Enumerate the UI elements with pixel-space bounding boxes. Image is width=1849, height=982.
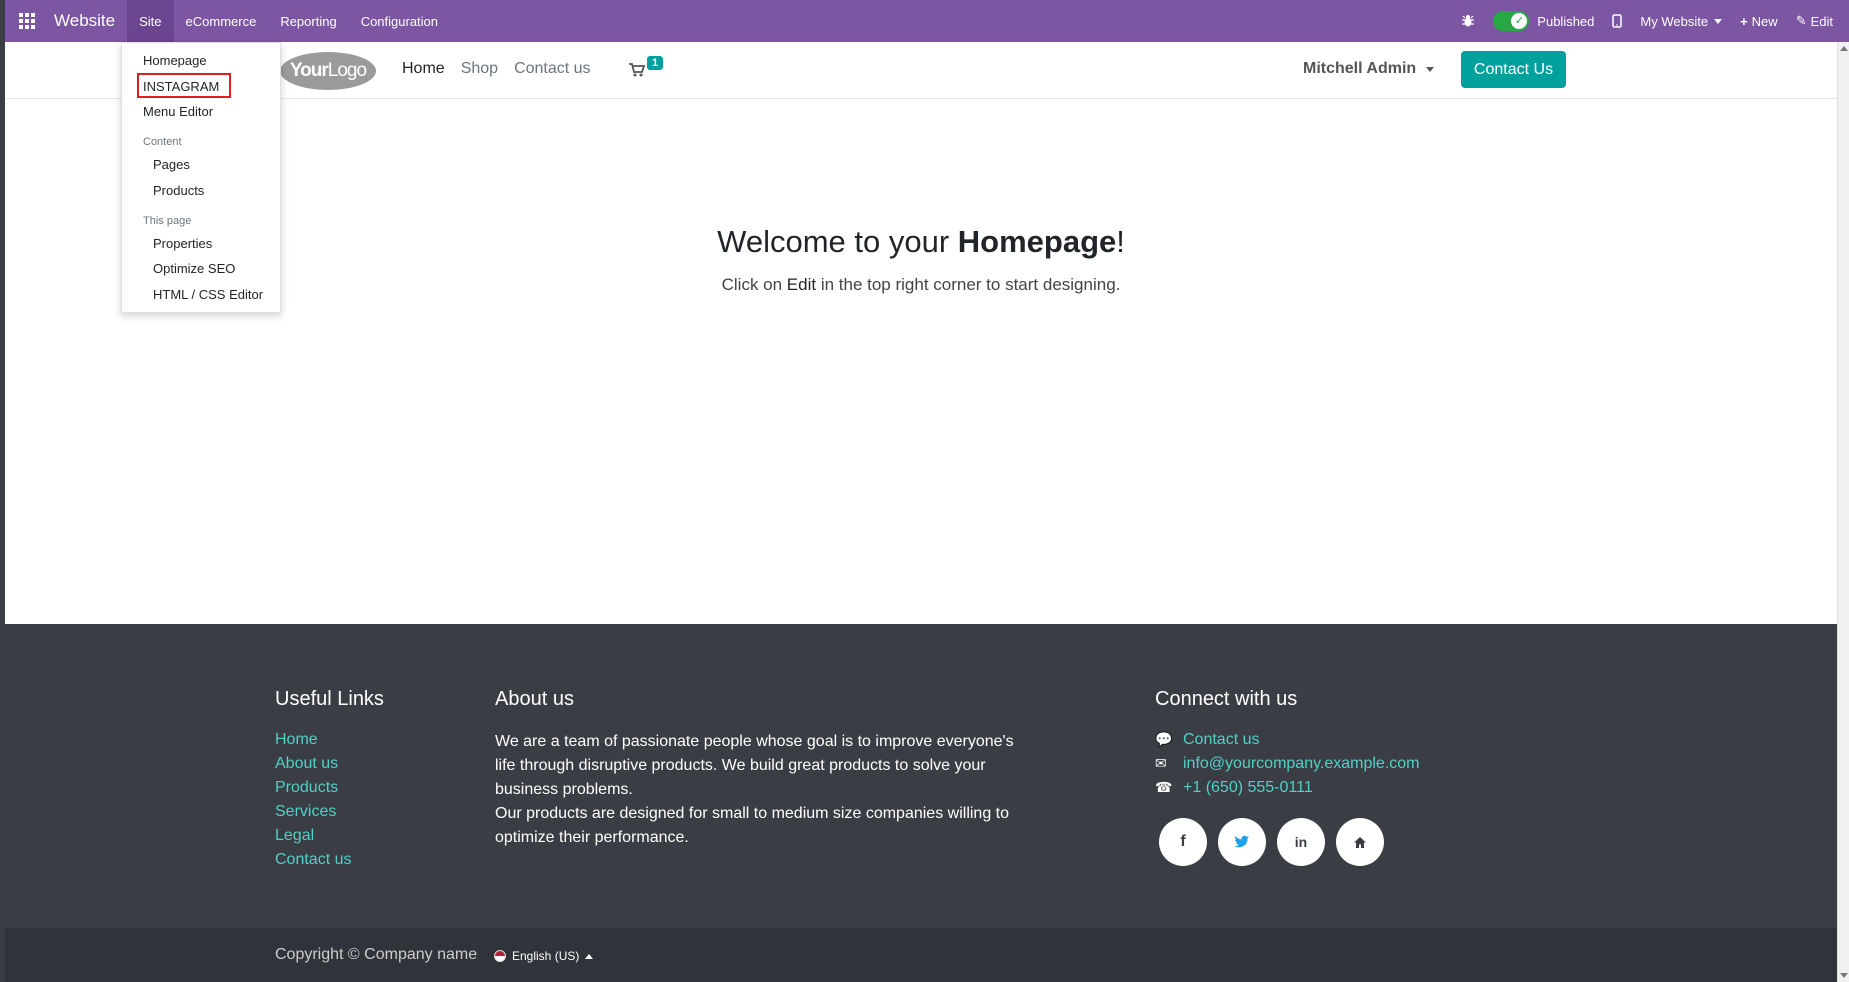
welcome-suffix: !: [1116, 224, 1125, 259]
plus-icon: +: [1740, 13, 1748, 29]
chevron-down-icon: [1714, 18, 1723, 24]
user-name: Mitchell Admin: [1303, 60, 1417, 77]
published-switch[interactable]: [1493, 11, 1530, 31]
menu-ecommerce[interactable]: eCommerce: [174, 0, 269, 42]
connect-title: Connect with us: [1155, 688, 1298, 710]
site-nav: Home Shop Contact us: [402, 60, 607, 78]
nav-contact-us[interactable]: Contact us: [514, 60, 590, 78]
sub-edit-word: Edit: [786, 275, 817, 294]
welcome-prefix: Welcome to your: [717, 224, 958, 259]
useful-links-list: Home About us Products Services Legal Co…: [275, 730, 351, 874]
publish-toggle[interactable]: Published: [1484, 0, 1603, 42]
about-us-paragraph-2: Our products are designed for small to m…: [495, 805, 1010, 846]
shopping-cart-icon: [629, 63, 645, 77]
site-dropdown-menu: Homepage INSTAGRAM Menu Editor Content P…: [121, 42, 281, 313]
sub-suffix: in the top right corner to start designi…: [816, 275, 1121, 294]
useful-links-title: Useful Links: [275, 688, 384, 710]
connect-email-row[interactable]: ✉ info@yourcompany.example.com: [1155, 754, 1420, 773]
page-scrollbar[interactable]: [1837, 42, 1849, 982]
chevron-up-icon: [585, 953, 594, 959]
language-selector[interactable]: English (US): [494, 949, 594, 963]
new-label: New: [1751, 13, 1778, 29]
us-flag-icon: [494, 950, 506, 962]
social-links: f in: [1159, 818, 1395, 866]
dropdown-pages[interactable]: Pages: [153, 157, 190, 172]
dropdown-this-page-header: This page: [143, 215, 192, 227]
footer-link-about-us[interactable]: About us: [275, 754, 351, 773]
facebook-icon[interactable]: f: [1159, 818, 1207, 866]
pencil-icon: ✎: [1795, 13, 1807, 28]
footer-link-services[interactable]: Services: [275, 802, 351, 821]
company-logo[interactable]: Your Logo: [280, 52, 376, 90]
edit-button[interactable]: ✎ Edit: [1787, 0, 1849, 42]
logo-text-thin: Logo: [327, 60, 367, 81]
logo-text-bold: Your: [289, 60, 329, 81]
phone-icon: ☎: [1155, 779, 1173, 795]
window-edge: [0, 0, 5, 982]
footer-link-home[interactable]: Home: [275, 730, 351, 749]
connect-phone-row[interactable]: ☎ +1 (650) 555-0111: [1155, 778, 1420, 797]
about-us-paragraph-1: We are a team of passionate people whose…: [495, 733, 1014, 798]
language-label: English (US): [512, 949, 580, 963]
apps-menu-icon[interactable]: [0, 0, 54, 42]
dropdown-homepage[interactable]: Homepage: [143, 53, 207, 68]
sub-prefix: Click on: [721, 275, 787, 294]
dropdown-menu-editor[interactable]: Menu Editor: [143, 104, 213, 119]
dropdown-properties[interactable]: Properties: [153, 236, 212, 251]
dropdown-products[interactable]: Products: [153, 183, 204, 198]
nav-shop[interactable]: Shop: [461, 60, 498, 78]
menu-site[interactable]: Site: [127, 0, 174, 42]
connect-contact-row[interactable]: 💬 Contact us: [1155, 730, 1420, 749]
app-name[interactable]: Website: [54, 11, 115, 31]
connect-email: info@yourcompany.example.com: [1183, 755, 1420, 772]
dropdown-optimize-seo[interactable]: Optimize SEO: [153, 261, 235, 276]
published-label: Published: [1537, 13, 1595, 29]
dropdown-content-header: Content: [143, 136, 182, 148]
dropdown-instagram[interactable]: INSTAGRAM: [143, 79, 219, 94]
user-menu[interactable]: Mitchell Admin: [1303, 60, 1435, 78]
website-switcher[interactable]: My Website: [1631, 0, 1731, 42]
copyright-text: Copyright © Company name: [275, 946, 478, 963]
menu-configuration[interactable]: Configuration: [349, 0, 450, 42]
dropdown-html-css-editor[interactable]: HTML / CSS Editor: [153, 287, 263, 302]
chevron-down-icon: [1426, 66, 1435, 72]
scroll-up-arrow-icon[interactable]: [1840, 46, 1848, 51]
home-icon[interactable]: [1336, 818, 1384, 866]
comment-icon: 💬: [1155, 731, 1173, 747]
connect-phone: +1 (650) 555-0111: [1183, 779, 1313, 796]
contact-us-button[interactable]: Contact Us: [1461, 51, 1566, 88]
connect-contact-us: Contact us: [1183, 731, 1260, 748]
twitter-icon[interactable]: [1218, 818, 1266, 866]
about-us-title: About us: [495, 688, 574, 710]
footer-link-contact-us[interactable]: Contact us: [275, 850, 351, 869]
menu-reporting[interactable]: Reporting: [268, 0, 348, 42]
linkedin-icon[interactable]: in: [1277, 818, 1325, 866]
cart-count-badge: 1: [647, 56, 664, 70]
scroll-down-arrow-icon[interactable]: [1840, 973, 1848, 978]
cart-link[interactable]: 1: [628, 56, 664, 78]
website-switcher-label: My Website: [1640, 13, 1709, 29]
debug-bug-icon[interactable]: [1452, 0, 1484, 42]
site-footer: Useful Links Home About us Products Serv…: [5, 624, 1837, 928]
connect-list: 💬 Contact us ✉ info@yourcompany.example.…: [1155, 730, 1420, 802]
mobile-preview-icon[interactable]: [1603, 0, 1631, 42]
browser-page: Website Site eCommerce Reporting Configu…: [0, 0, 1849, 982]
welcome-bold: Homepage: [957, 224, 1117, 259]
footer-link-legal[interactable]: Legal: [275, 826, 351, 845]
envelope-icon: ✉: [1155, 755, 1167, 771]
edit-label: Edit: [1810, 13, 1833, 29]
copyright-bar: Copyright © Company name English (US): [5, 928, 1837, 982]
new-button[interactable]: + New: [1731, 0, 1787, 42]
nav-home[interactable]: Home: [402, 60, 445, 78]
footer-link-products[interactable]: Products: [275, 778, 351, 797]
admin-navbar: Website Site eCommerce Reporting Configu…: [0, 0, 1849, 42]
